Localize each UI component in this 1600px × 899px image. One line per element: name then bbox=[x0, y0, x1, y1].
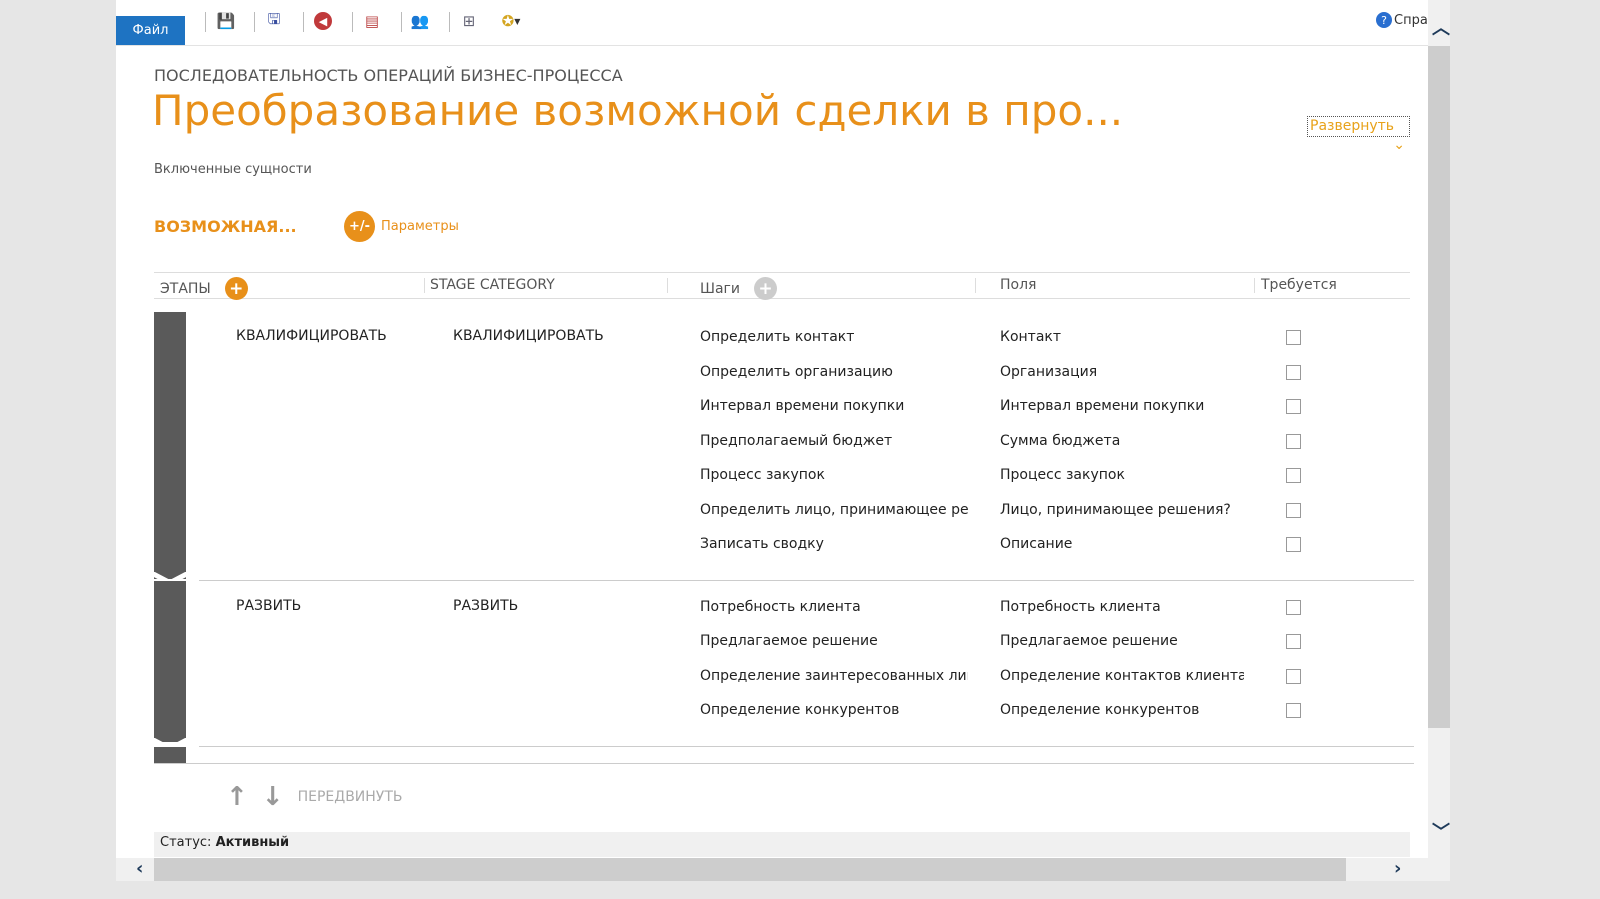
stage-bar[interactable] bbox=[154, 746, 186, 763]
page-subtitle: ПОСЛЕДОВАТЕЛЬНОСТЬ ОПЕРАЦИЙ БИЗНЕС-ПРОЦЕ… bbox=[154, 66, 623, 85]
add-step-icon[interactable]: + bbox=[754, 277, 778, 300]
required-checkbox[interactable] bbox=[1286, 703, 1301, 718]
step-name[interactable]: Записать сводку bbox=[700, 536, 968, 552]
step-name[interactable]: Предлагаемое решение bbox=[700, 633, 968, 649]
scroll-up-icon[interactable]: ︿ bbox=[1432, 14, 1450, 40]
vertical-scrollbar[interactable]: ︿ ﹀ bbox=[1428, 0, 1450, 858]
step-name[interactable]: Предполагаемый бюджет bbox=[700, 433, 968, 449]
stage-category[interactable]: КВАЛИФИЦИРОВАТЬ bbox=[453, 328, 604, 344]
required-checkbox[interactable] bbox=[1286, 599, 1301, 615]
entity-name[interactable]: ВОЗМОЖНАЯ... bbox=[154, 217, 297, 236]
required-checkbox[interactable] bbox=[1286, 364, 1301, 380]
required-checkbox[interactable] bbox=[1286, 399, 1301, 414]
step-name[interactable]: Определить организацию bbox=[700, 364, 968, 380]
field-name[interactable]: Определение конкурентов bbox=[1000, 702, 1244, 718]
required-checkbox[interactable] bbox=[1286, 537, 1301, 552]
app-window: Файл 💾 🖫 ◀ ▤ 👥 ⊞ ✪▼ ?Справка ︿ ﹀ ‹ › ПОС… bbox=[116, 0, 1450, 881]
field-name[interactable]: Интервал времени покупки bbox=[1000, 398, 1244, 414]
add-stage-icon[interactable]: + bbox=[224, 277, 248, 300]
stage-bar[interactable] bbox=[154, 312, 186, 579]
stage-category[interactable]: ПРЕДЛОЖИТЬ bbox=[453, 764, 557, 765]
scroll-down-icon[interactable]: ﹀ bbox=[1432, 818, 1450, 844]
toolbar-separator bbox=[449, 12, 450, 32]
field-name[interactable]: Определение контактов клиента bbox=[1000, 668, 1244, 684]
stage-category[interactable]: РАЗВИТЬ bbox=[453, 598, 518, 614]
move-label: ПЕРЕДВИНУТЬ bbox=[297, 789, 403, 805]
header-steps: Шаги + bbox=[700, 277, 778, 300]
stage-name[interactable]: КВАЛИФИЦИРОВАТЬ bbox=[236, 328, 387, 344]
expand-button[interactable]: Развернуть ⌄ bbox=[1307, 116, 1410, 153]
header-stages: ЭТАПЫ + bbox=[160, 277, 248, 300]
required-checkbox[interactable] bbox=[1286, 668, 1301, 684]
toolbar-separator bbox=[205, 12, 206, 32]
action-star-icon[interactable]: ✪ ▼ bbox=[494, 10, 528, 32]
help-icon: ? bbox=[1376, 12, 1392, 28]
assign-icon[interactable]: 👥 bbox=[409, 10, 431, 32]
status-value: Активный bbox=[215, 835, 290, 850]
toolbar-separator bbox=[352, 12, 353, 32]
move-down-icon[interactable]: ↓ bbox=[262, 782, 284, 812]
header-category: STAGE CATEGORY bbox=[430, 277, 555, 293]
scroll-left-icon[interactable]: ‹ bbox=[136, 858, 143, 879]
save-icon[interactable]: 💾 bbox=[215, 10, 237, 32]
deactivate-icon[interactable]: ◀ bbox=[312, 10, 334, 32]
scroll-right-icon[interactable]: › bbox=[1394, 858, 1401, 879]
field-name[interactable]: Контакт bbox=[1000, 329, 1244, 345]
header-required: Требуется bbox=[1261, 277, 1337, 293]
step-name[interactable]: Интервал времени покупки bbox=[700, 398, 968, 414]
field-name[interactable]: Сумма бюджета bbox=[1000, 433, 1244, 449]
move-controls: ↑ ↓ ПЕРЕДВИНУТЬ bbox=[226, 782, 402, 812]
step-name[interactable]: Определение заинтересованных лиц bbox=[700, 668, 968, 684]
required-checkbox[interactable] bbox=[1286, 634, 1301, 649]
field-name[interactable]: Потребность клиента bbox=[1000, 599, 1244, 615]
included-entities-label: Включенные сущности bbox=[154, 162, 312, 177]
file-tab[interactable]: Файл bbox=[116, 16, 185, 45]
table-header: ЭТАПЫ + STAGE CATEGORY Шаги + Поля Требует… bbox=[154, 272, 1410, 300]
hierarchy-icon[interactable]: ⊞ bbox=[458, 10, 480, 32]
toolbar-separator bbox=[401, 12, 402, 32]
toolbar: Файл 💾 🖫 ◀ ▤ 👥 ⊞ ✪▼ ?Справка bbox=[116, 0, 1428, 46]
parameters-button[interactable]: +/- Параметры bbox=[344, 211, 459, 242]
step-name[interactable]: Процесс закупок bbox=[700, 467, 968, 483]
plus-minus-icon: +/- bbox=[344, 211, 375, 242]
field-name[interactable]: Лицо, принимающее решения? bbox=[1000, 502, 1244, 518]
horizontal-scroll-thumb[interactable] bbox=[154, 858, 1346, 881]
required-checkbox[interactable] bbox=[1286, 330, 1301, 345]
required-checkbox[interactable] bbox=[1286, 433, 1301, 449]
required-checkbox[interactable] bbox=[1286, 468, 1301, 483]
required-checkbox[interactable] bbox=[1286, 502, 1301, 518]
stage-name[interactable]: ПРЕДЛОЖИТЬ bbox=[236, 764, 340, 765]
page-title: Преобразование возможной сделки в про... bbox=[152, 86, 1124, 135]
vertical-scroll-thumb[interactable] bbox=[1428, 46, 1450, 728]
horizontal-scrollbar[interactable]: ‹ › bbox=[116, 858, 1450, 881]
toolbar-separator bbox=[303, 12, 304, 32]
field-name[interactable]: Процесс закупок bbox=[1000, 467, 1244, 483]
save-and-close-icon[interactable]: 🖫 bbox=[263, 10, 285, 32]
field-name[interactable]: Предлагаемое решение bbox=[1000, 633, 1244, 649]
status-bar: Статус: Активный bbox=[154, 832, 1410, 857]
stage-divider bbox=[199, 745, 1414, 747]
step-name[interactable]: Потребность клиента bbox=[700, 599, 968, 615]
step-name[interactable]: Определение конкурентов bbox=[700, 702, 968, 718]
stage-name[interactable]: РАЗВИТЬ bbox=[236, 598, 301, 614]
stage-divider bbox=[199, 579, 1414, 581]
field-name[interactable]: Описание bbox=[1000, 536, 1244, 552]
field-name[interactable]: Организация bbox=[1000, 364, 1244, 380]
chevron-down-icon: ⌄ bbox=[1393, 137, 1405, 153]
copy-icon[interactable]: ▤ bbox=[361, 10, 383, 32]
stages-table-body: КВАЛИФИЦИРОВАТЬ КВАЛИФИЦИРОВАТЬ Определить… bbox=[154, 312, 1414, 764]
move-up-icon[interactable]: ↑ bbox=[226, 782, 248, 812]
header-fields: Поля bbox=[1000, 277, 1037, 293]
stage-bar[interactable] bbox=[154, 580, 186, 742]
toolbar-separator bbox=[254, 12, 255, 32]
step-name[interactable]: Определить лицо, принимающее реш bbox=[700, 502, 968, 518]
step-name[interactable]: Определить контакт bbox=[700, 329, 968, 345]
help-link[interactable]: ?Справка bbox=[1376, 12, 1428, 28]
